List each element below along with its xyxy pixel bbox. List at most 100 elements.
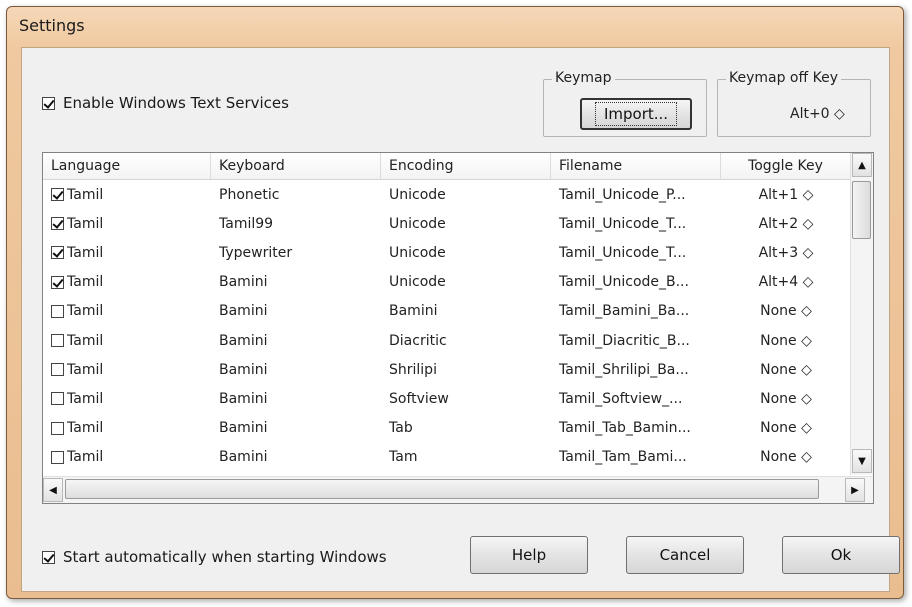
cell-filename: Tamil_Diacritic_B... — [559, 332, 690, 349]
table-row[interactable]: Tamil Tamil99 Unicode Tamil_Unicode_T... Alt… — [43, 209, 851, 238]
cell-filename: Tamil_Unicode_P... — [559, 186, 686, 203]
table-row[interactable]: Tamil Bamini Shrilipi Tamil_Shrilipi_Ba... N… — [43, 355, 851, 384]
cell-filename: Tamil_Softview_... — [559, 390, 683, 407]
table-row[interactable]: Tamil Bamini Bamini Tamil_Bamini_Ba... None … — [43, 297, 851, 326]
table-row[interactable]: Tamil Bamini Diacritic Tamil_Diacritic_B...… — [43, 326, 851, 355]
cell-encoding: Diacritic — [389, 332, 447, 349]
title-bar[interactable]: Settings — [7, 7, 903, 43]
table-row[interactable]: Tamil Bamini Unicode Tamil_Unicode_B... Alt+… — [43, 268, 851, 297]
cell-keyboard: Bamini — [219, 274, 268, 291]
enable-services-checkbox[interactable]: Enable Windows Text Services — [42, 94, 289, 112]
cell-language: Tamil — [43, 443, 211, 472]
cell-keyboard: Bamini — [219, 390, 268, 407]
cell-toggle-key[interactable]: None ◇ — [721, 297, 851, 326]
language-label: Tamil — [67, 361, 104, 378]
row-enable-checkbox[interactable] — [51, 246, 64, 260]
scroll-down-icon[interactable]: ▼ — [852, 449, 872, 473]
cell-keyboard: Tamil99 — [219, 215, 274, 232]
keymap-off-key-value[interactable]: Alt+0 ◇ — [790, 106, 845, 122]
table-row[interactable]: Tamil Bamini Tam Tamil_Tam_Bami... None ◇ — [43, 443, 851, 472]
cell-encoding: Softview — [389, 390, 449, 407]
cell-encoding: Unicode — [389, 215, 446, 232]
cell-encoding: Bamini — [389, 303, 438, 320]
cell-toggle-key[interactable]: None ◇ — [721, 355, 851, 384]
row-enable-checkbox[interactable] — [51, 421, 64, 435]
language-label: Tamil — [67, 215, 104, 232]
row-enable-checkbox[interactable] — [51, 188, 64, 202]
cell-keyboard: Bamini — [219, 449, 268, 466]
cell-language: Tamil — [43, 297, 211, 326]
autostart-label: Start automatically when starting Window… — [63, 548, 387, 566]
cell-language: Tamil — [43, 268, 211, 297]
import-button[interactable]: Import... — [580, 98, 692, 130]
help-button[interactable]: Help — [470, 536, 588, 574]
cell-toggle-key[interactable]: Alt+3 ◇ — [721, 238, 851, 267]
cell-encoding: Unicode — [389, 274, 446, 291]
cell-filename: Tamil_Unicode_T... — [559, 244, 687, 261]
dialog-client-area: Enable Windows Text Services Keymap Impo… — [21, 47, 900, 592]
row-enable-checkbox[interactable] — [51, 217, 64, 231]
cell-toggle-key[interactable]: None ◇ — [721, 443, 851, 472]
scroll-up-icon[interactable]: ▲ — [852, 153, 872, 177]
row-enable-checkbox[interactable] — [51, 392, 64, 406]
horizontal-scrollbar[interactable]: ◀ ▶ — [43, 476, 873, 503]
row-enable-checkbox[interactable] — [51, 334, 64, 348]
language-label: Tamil — [67, 332, 104, 349]
scroll-right-icon[interactable]: ▶ — [845, 478, 865, 502]
table-row[interactable]: Tamil Typewriter Unicode Tamil_Unicode_T...… — [43, 238, 851, 267]
cell-filename: Tamil_Shrilipi_Ba... — [559, 361, 689, 378]
cell-filename: Tamil_Tam_Bami... — [559, 449, 687, 466]
vertical-scrollbar[interactable]: ▲ ▼ — [850, 153, 873, 475]
import-button-label: Import... — [594, 102, 678, 126]
horizontal-scroll-thumb[interactable] — [65, 479, 819, 499]
cell-toggle-key[interactable]: None ◇ — [721, 414, 851, 443]
enable-services-label: Enable Windows Text Services — [63, 94, 289, 112]
table-row[interactable]: Tamil Bamini Tab Tamil_Tab_Bamin... None ◇ — [43, 414, 851, 443]
ok-button[interactable]: Ok — [782, 536, 900, 574]
keyboard-list-view[interactable]: Language Keyboard Encoding Filename Togg… — [42, 152, 874, 504]
table-row[interactable]: Tamil Phonetic Unicode Tamil_Unicode_P... Al… — [43, 180, 851, 209]
cell-toggle-key[interactable]: Alt+4 ◇ — [721, 268, 851, 297]
cell-toggle-key[interactable]: None ◇ — [721, 384, 851, 413]
cell-language: Tamil — [43, 238, 211, 267]
language-label: Tamil — [67, 420, 104, 437]
cell-language: Tamil — [43, 355, 211, 384]
cell-filename: Tamil_Unicode_T... — [559, 215, 687, 232]
column-header-language[interactable]: Language — [43, 153, 211, 179]
row-enable-checkbox[interactable] — [51, 450, 64, 464]
row-enable-checkbox[interactable] — [51, 363, 64, 377]
row-enable-checkbox[interactable] — [51, 304, 64, 318]
language-label: Tamil — [67, 186, 104, 203]
column-header-filename[interactable]: Filename — [551, 153, 721, 179]
cell-toggle-key[interactable]: None ◇ — [721, 326, 851, 355]
cell-language: Tamil — [43, 209, 211, 238]
autostart-check-icon[interactable] — [42, 550, 55, 564]
cell-keyboard: Bamini — [219, 332, 268, 349]
cell-keyboard: Bamini — [219, 303, 268, 320]
cancel-button[interactable]: Cancel — [626, 536, 744, 574]
vertical-scroll-thumb[interactable] — [852, 181, 871, 239]
language-label: Tamil — [67, 303, 104, 320]
cell-encoding: Shrilipi — [389, 361, 437, 378]
cell-keyboard: Bamini — [219, 361, 268, 378]
column-header-encoding[interactable]: Encoding — [381, 153, 551, 179]
language-label: Tamil — [67, 274, 104, 291]
row-enable-checkbox[interactable] — [51, 275, 64, 289]
cell-language: Tamil — [43, 326, 211, 355]
keymap-group-label: Keymap — [552, 70, 615, 86]
cell-filename: Tamil_Bamini_Ba... — [559, 303, 690, 320]
column-header-toggle-key[interactable]: Toggle Key — [721, 153, 851, 179]
language-label: Tamil — [67, 244, 104, 261]
autostart-checkbox[interactable]: Start automatically when starting Window… — [42, 548, 387, 566]
column-header-keyboard[interactable]: Keyboard — [211, 153, 381, 179]
cell-keyboard: Phonetic — [219, 186, 280, 203]
scroll-left-icon[interactable]: ◀ — [43, 478, 63, 502]
cell-toggle-key[interactable]: Alt+1 ◇ — [721, 180, 851, 209]
enable-services-check-icon[interactable] — [42, 96, 55, 110]
list-body: Tamil Phonetic Unicode Tamil_Unicode_P... Al… — [43, 180, 851, 472]
cell-encoding: Tab — [389, 420, 413, 437]
cell-filename: Tamil_Tab_Bamin... — [559, 420, 691, 437]
cell-encoding: Unicode — [389, 244, 446, 261]
table-row[interactable]: Tamil Bamini Softview Tamil_Softview_... Non… — [43, 384, 851, 413]
cell-toggle-key[interactable]: Alt+2 ◇ — [721, 209, 851, 238]
